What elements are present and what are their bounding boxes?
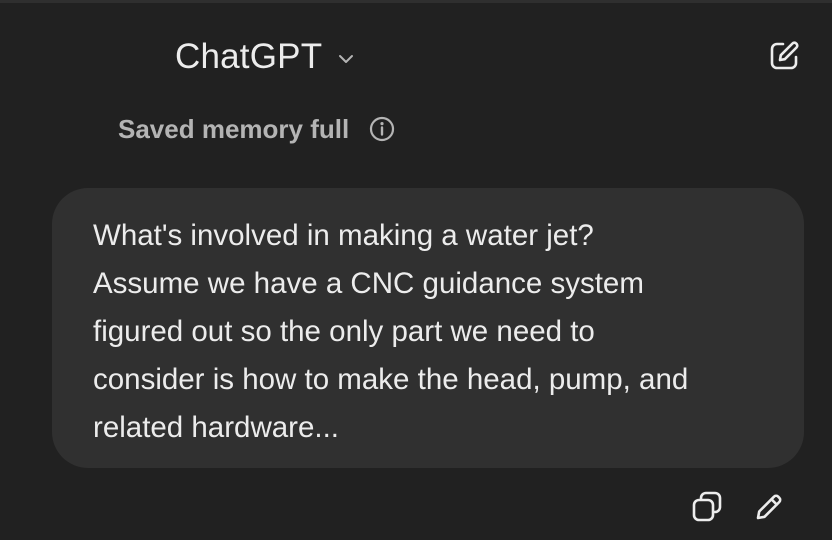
copy-button[interactable]	[686, 488, 728, 530]
pencil-icon	[752, 490, 786, 529]
chat-header: ChatGPT Saved memory full	[0, 0, 832, 144]
memory-status-text: Saved memory full	[118, 114, 350, 144]
edit-message-button[interactable]	[748, 488, 790, 530]
new-chat-button[interactable]	[764, 38, 804, 78]
memory-status: Saved memory full	[118, 112, 396, 146]
model-name: ChatGPT	[175, 37, 323, 76]
info-icon[interactable]	[368, 115, 396, 143]
edit-square-icon	[767, 39, 801, 78]
model-selector[interactable]: ChatGPT	[175, 36, 356, 78]
user-message-bubble: What's involved in making a water jet? A…	[52, 188, 804, 468]
copy-icon	[689, 489, 725, 530]
user-message-text: What's involved in making a water jet? A…	[93, 219, 689, 444]
message-actions	[686, 488, 790, 530]
chevron-down-icon	[336, 49, 356, 69]
